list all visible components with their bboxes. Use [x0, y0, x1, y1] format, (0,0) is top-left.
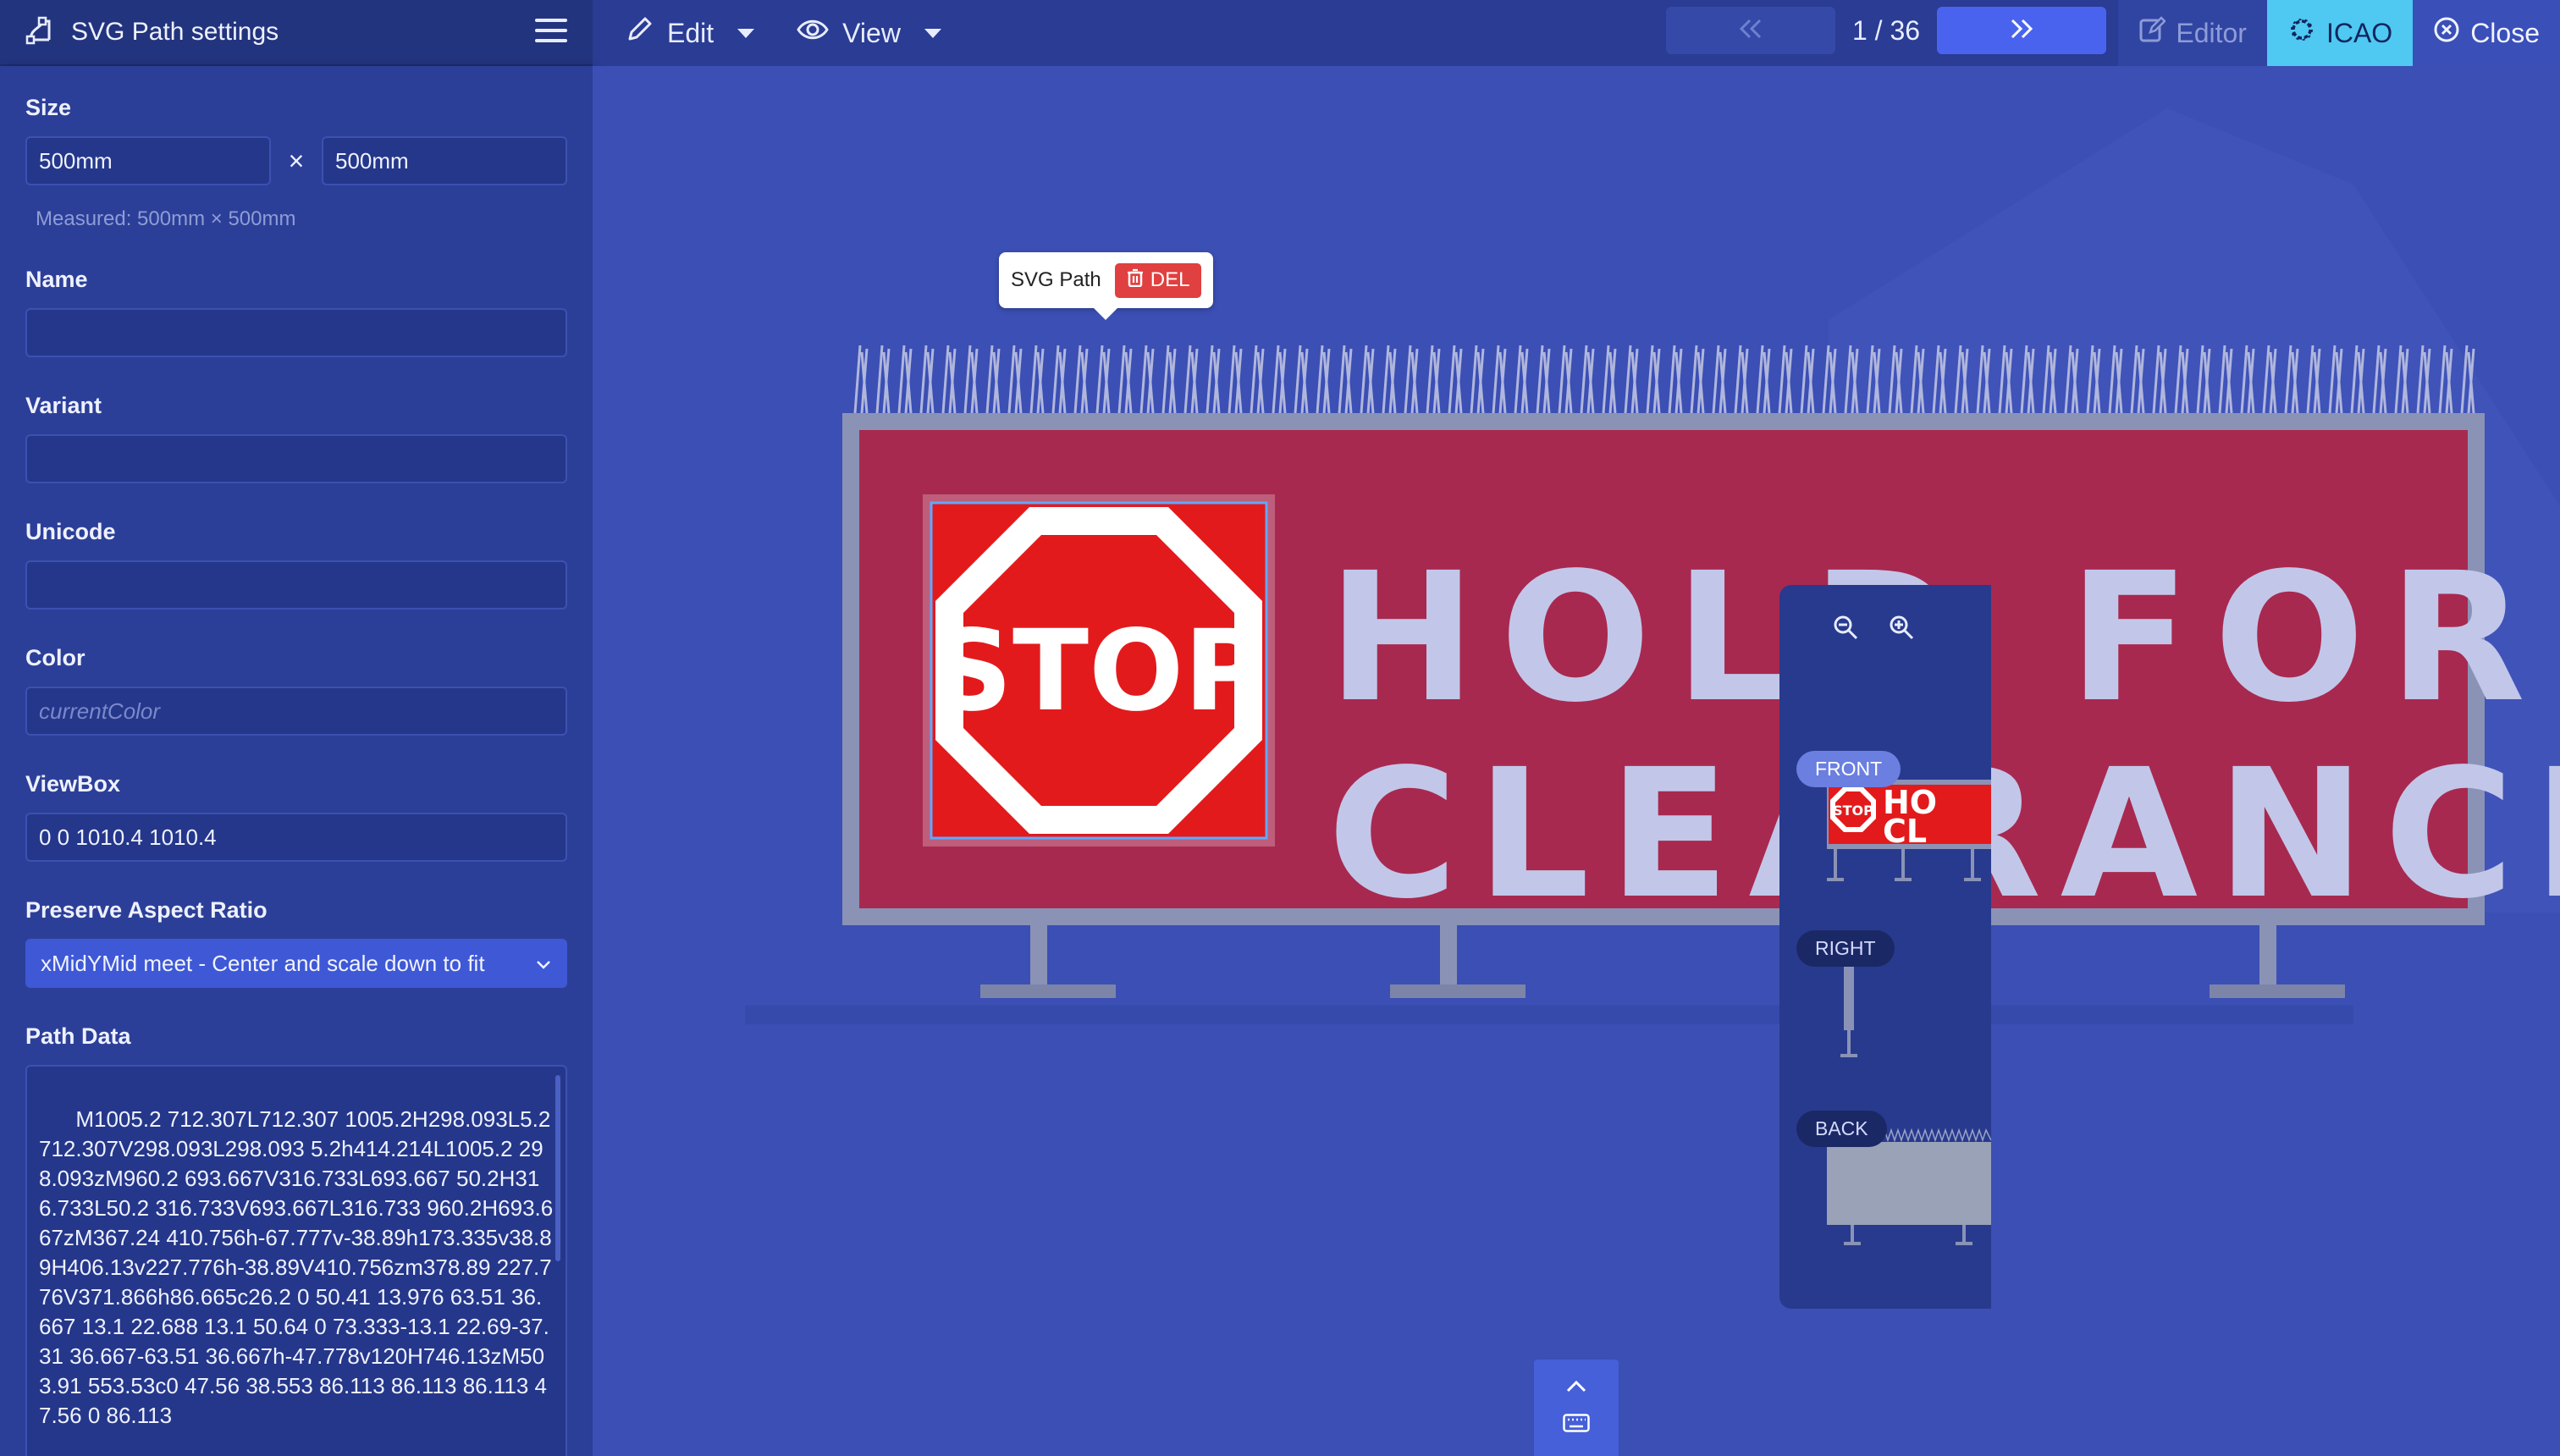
gear-icon	[2287, 15, 2316, 51]
previous-page-button[interactable]	[1666, 7, 1835, 54]
close-label: Close	[2470, 17, 2540, 48]
stop-text: STOP	[932, 606, 1266, 736]
editor-label: Editor	[2176, 17, 2247, 48]
size-row: 500mm × 500mm	[25, 136, 567, 185]
path-data-textarea[interactable]: M1005.2 712.307L712.307 1005.2H298.093L5…	[25, 1065, 567, 1456]
eye-icon	[797, 17, 829, 49]
view-menu-label: View	[842, 17, 901, 48]
pencil-icon	[625, 15, 654, 51]
edit-menu[interactable]: Edit	[615, 0, 764, 66]
editor-icon	[2138, 16, 2167, 50]
path-data-label: Path Data	[25, 1023, 131, 1049]
right-thumbnail[interactable]	[1822, 966, 1873, 1067]
preserve-aspect-ratio-select[interactable]: xMidYMid meet - Center and scale down to…	[25, 939, 567, 988]
top-right-actions: Editor ICAO Close	[2118, 0, 2560, 66]
view-tab-right[interactable]: RIGHT	[1796, 930, 1895, 967]
width-input[interactable]: 500mm	[25, 136, 271, 185]
preserve-aspect-ratio-label: Preserve Aspect Ratio	[25, 897, 268, 923]
variant-input[interactable]	[25, 434, 567, 483]
top-bar: SVG Path settings Edit View 1 / 36 Edito…	[0, 0, 2560, 66]
tooltip-label: SVG Path	[1011, 268, 1101, 291]
height-input[interactable]: 500mm	[322, 136, 567, 185]
color-label: Color	[25, 645, 86, 670]
close-button[interactable]: Close	[2413, 0, 2560, 66]
view-tab-back[interactable]: BACK	[1796, 1111, 1887, 1147]
view-menu[interactable]: View	[786, 0, 952, 66]
trash-icon	[1127, 268, 1144, 293]
zoom-controls	[1832, 614, 1915, 645]
sign-preview: STOP HOLD FOR CLEARANCE	[745, 108, 2560, 1024]
panel-title: SVG Path settings	[71, 18, 279, 46]
keyboard-toggle[interactable]	[1534, 1359, 1619, 1456]
page-indicator: 1 / 36	[1851, 14, 1921, 46]
measured-text: Measured: 500mm × 500mm	[36, 207, 296, 230]
view-tab-front[interactable]: FRONT	[1796, 751, 1901, 787]
zoom-in-icon[interactable]	[1888, 614, 1915, 645]
thumb-text-2: CL	[1883, 813, 1927, 850]
editor-button[interactable]: Editor	[2118, 0, 2267, 66]
delete-label: DEL	[1150, 268, 1190, 291]
keyboard-icon	[1563, 1413, 1590, 1437]
back-thumbnail[interactable]	[1827, 1127, 1991, 1262]
unicode-label: Unicode	[25, 519, 116, 544]
times-symbol: ×	[288, 145, 305, 176]
name-label: Name	[25, 267, 88, 292]
thumb-stop-text: STOP	[1833, 802, 1873, 819]
next-page-button[interactable]	[1937, 7, 2106, 54]
zoom-out-icon[interactable]	[1832, 614, 1859, 645]
front-thumbnail[interactable]: STOP HO CL	[1827, 771, 1991, 898]
view-panel: STOP HO CL FRONT RIGHT BACK	[1779, 585, 1991, 1309]
size-label: Size	[25, 95, 72, 120]
preserve-aspect-ratio-value: xMidYMid meet - Center and scale down to…	[41, 950, 485, 976]
variant-label: Variant	[25, 393, 102, 418]
icao-label: ICAO	[2326, 17, 2393, 48]
unicode-input[interactable]	[25, 560, 567, 609]
chevron-up-icon	[1565, 1380, 1587, 1398]
pager: 1 / 36	[1666, 7, 2106, 54]
sign-canvas[interactable]: STOP HOLD FOR CLEARANCE SVG Path DEL	[593, 66, 2560, 1456]
element-tooltip: SVG Path DEL	[999, 252, 1214, 320]
edit-menu-label: Edit	[667, 17, 714, 48]
double-chevron-left-icon	[1738, 18, 1763, 44]
panel-header: SVG Path settings	[0, 0, 593, 66]
chevron-down-icon	[535, 951, 552, 977]
chevron-down-icon	[737, 28, 755, 38]
color-input[interactable]: currentColor	[25, 687, 567, 736]
close-circle-icon	[2433, 16, 2460, 50]
chevron-down-icon	[924, 28, 941, 38]
ground-shadow	[745, 1006, 2353, 1024]
double-chevron-right-icon	[2009, 18, 2034, 44]
viewbox-input[interactable]: 0 0 1010.4 1010.4	[25, 813, 567, 862]
settings-panel: Size 500mm × 500mm Measured: 500mm × 500…	[0, 66, 593, 1456]
path-data-value: M1005.2 712.307L712.307 1005.2H298.093L5…	[39, 1106, 557, 1428]
hamburger-icon[interactable]	[535, 17, 567, 48]
name-input[interactable]	[25, 308, 567, 357]
path-tool-icon	[25, 16, 54, 49]
icao-button[interactable]: ICAO	[2266, 0, 2414, 66]
viewbox-label: ViewBox	[25, 771, 121, 797]
delete-button[interactable]: DEL	[1114, 262, 1202, 298]
textarea-scrollbar[interactable]	[555, 1075, 560, 1261]
